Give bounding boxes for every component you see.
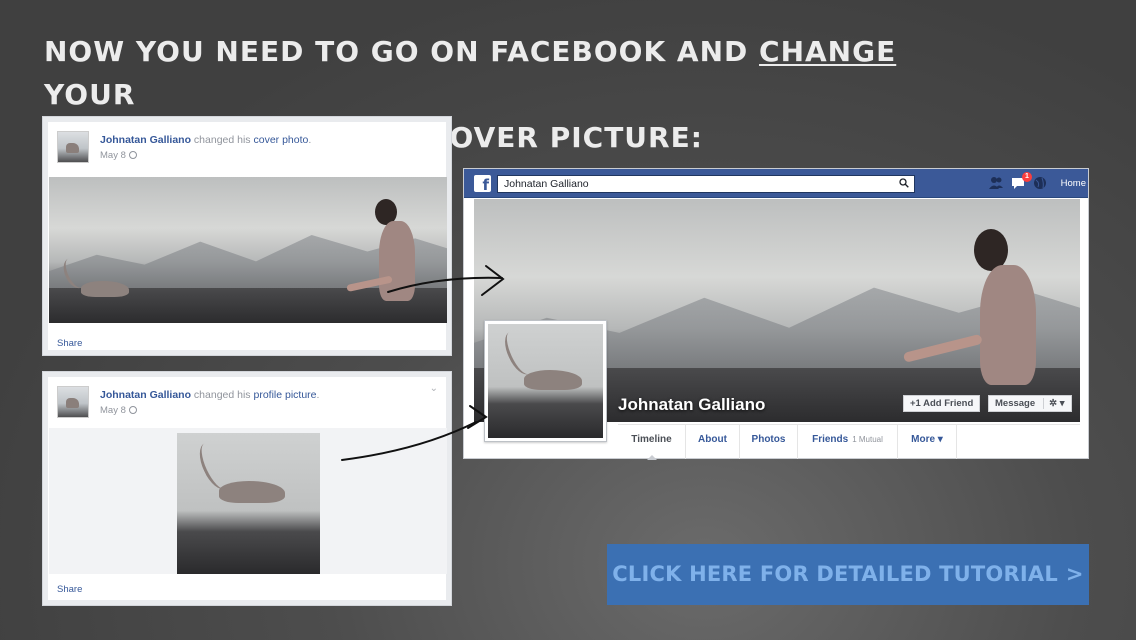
headline-underlined-word: change — [759, 35, 897, 68]
tab-about[interactable]: About — [686, 425, 740, 459]
notification-badge: 1 — [1022, 172, 1032, 182]
post-header: Johnatan Galliano changed his cover phot… — [57, 131, 437, 165]
post-punctuation: . — [308, 134, 312, 146]
post-actor-line: Johnatan Galliano changed his cover phot… — [100, 134, 311, 146]
tab-photos[interactable]: Photos — [740, 425, 798, 459]
profile-tabs: Timeline About Photos Friends 1 Mutual Mo… — [618, 424, 1080, 460]
facebook-logo[interactable]: f — [474, 175, 491, 194]
cover-photo-link[interactable]: cover photo — [253, 134, 308, 146]
headline-text-end: your — [44, 78, 136, 111]
post-actor-line: Johnatan Galliano changed his profile pi… — [100, 389, 319, 401]
friend-requests-icon[interactable] — [988, 175, 1004, 191]
post-date[interactable]: May 8 — [100, 150, 137, 161]
gear-icon[interactable]: ✲ ▾ — [1043, 398, 1065, 409]
post-header: Johnatan Galliano changed his profile pi… — [57, 386, 437, 420]
search-input[interactable]: Johnatan Galliano — [497, 175, 915, 193]
facebook-profile-page: f Johnatan Galliano 1 Home Johnatan Gall… — [463, 168, 1089, 460]
facebook-top-bar: f Johnatan Galliano 1 Home — [464, 169, 1088, 198]
mutual-friends-count: 1 Mutual — [852, 435, 883, 444]
cta-label: CLICK HERE FOR DETAILED TUTORIAL — [612, 562, 1058, 586]
notifications-globe-icon[interactable] — [1032, 175, 1048, 191]
photo-frame — [49, 428, 447, 574]
detailed-tutorial-button[interactable]: CLICK HERE FOR DETAILED TUTORIAL > — [607, 544, 1089, 605]
cover-photo-post: Johnatan Galliano changed his cover phot… — [42, 116, 452, 356]
post-body: Johnatan Galliano changed his cover phot… — [48, 122, 447, 350]
share-link[interactable]: Share — [57, 584, 82, 595]
tab-friends-label: Friends — [812, 434, 849, 445]
profile-picture-post: ⌄ Johnatan Galliano changed his profile … — [42, 371, 452, 606]
post-action-text: changed his — [191, 134, 254, 146]
search-input-value: Johnatan Galliano — [504, 178, 589, 190]
avatar[interactable] — [57, 131, 89, 163]
poster-name-link[interactable]: Johnatan Galliano — [100, 134, 191, 146]
post-body: ⌄ Johnatan Galliano changed his profile … — [48, 377, 447, 600]
profile-name[interactable]: Johnatan Galliano — [618, 395, 765, 415]
avatar[interactable] — [57, 386, 89, 418]
add-friend-button[interactable]: +1 Add Friend — [903, 395, 981, 412]
profile-picture — [488, 324, 603, 438]
message-button-label: Message — [995, 398, 1036, 409]
home-link[interactable]: Home — [1061, 178, 1086, 189]
cat-tail-illustration — [499, 327, 539, 379]
profile-picture-image[interactable] — [177, 433, 320, 574]
globe-icon — [128, 406, 137, 414]
headline-text: Now you need to go on Facebook and — [44, 35, 760, 68]
headline-line-1: Now you need to go on Facebook and chang… — [44, 30, 924, 116]
post-date-text: May 8 — [100, 150, 126, 161]
profile-picture-frame[interactable] — [484, 320, 607, 442]
woman-body-illustration — [980, 265, 1036, 385]
tab-friends[interactable]: Friends 1 Mutual — [798, 425, 898, 459]
woman-body-illustration — [379, 221, 415, 301]
tab-more[interactable]: More ▾ — [898, 425, 957, 459]
chevron-right-icon: > — [1065, 562, 1084, 586]
tab-timeline[interactable]: Timeline — [618, 425, 686, 460]
message-button[interactable]: Message ✲ ▾ — [988, 395, 1072, 412]
cover-photo-image[interactable] — [49, 177, 447, 323]
globe-icon — [128, 151, 137, 159]
search-icon[interactable] — [899, 178, 909, 188]
post-date-text: May 8 — [100, 405, 126, 416]
post-date[interactable]: May 8 — [100, 405, 137, 416]
poster-name-link[interactable]: Johnatan Galliano — [100, 389, 191, 401]
cat-illustration — [524, 370, 582, 390]
post-punctuation: . — [316, 389, 320, 401]
post-action-text: changed his — [191, 389, 254, 401]
share-link[interactable]: Share — [57, 338, 82, 349]
cat-illustration — [81, 281, 129, 297]
jewel-icons: 1 — [986, 172, 1056, 192]
profile-picture-link[interactable]: profile picture — [253, 389, 316, 401]
